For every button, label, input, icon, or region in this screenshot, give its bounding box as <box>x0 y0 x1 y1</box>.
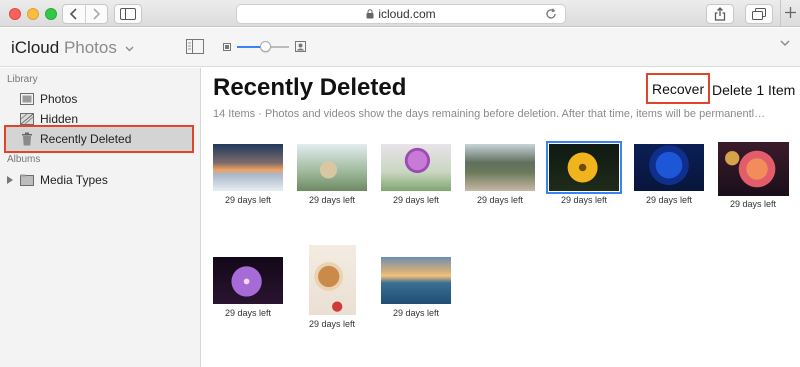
share-icon <box>714 7 726 21</box>
chevron-down-icon[interactable] <box>780 40 790 47</box>
sidebar-item-photos[interactable]: Photos <box>0 89 200 109</box>
days-left-label: 29 days left <box>392 308 440 318</box>
albums-section-title: Albums <box>7 154 41 165</box>
forward-button[interactable] <box>84 5 108 23</box>
back-button[interactable] <box>63 5 85 23</box>
sidebar-toggle-icon[interactable] <box>186 39 204 54</box>
zoom-window-button[interactable] <box>45 8 57 20</box>
slider-track[interactable] <box>237 40 289 52</box>
lock-icon <box>366 9 374 19</box>
days-left-label: 29 days left <box>308 319 356 329</box>
sidebar-item-label: Photos <box>40 92 78 106</box>
days-left-label: 29 days left <box>392 195 440 205</box>
new-tab-button[interactable] <box>785 5 796 22</box>
photo-thumbnail[interactable] <box>634 144 704 191</box>
photo-thumbnail[interactable] <box>381 144 451 191</box>
photo-thumbnail[interactable] <box>213 144 283 191</box>
url-text: icloud.com <box>378 7 436 21</box>
photos-icon <box>20 92 34 106</box>
sidebar-item-label: Recently Deleted <box>40 132 132 146</box>
photo-thumbnail[interactable] <box>309 245 356 315</box>
app-switcher[interactable]: iCloud Photos <box>11 38 134 58</box>
thumbnail-size-slider[interactable] <box>223 40 306 52</box>
brand-icloud: iCloud <box>11 38 60 57</box>
close-window-button[interactable] <box>9 8 21 20</box>
sidebar-item-label: Hidden <box>40 112 79 126</box>
library-section-title: Library <box>7 74 38 85</box>
days-left-label: 29 days left <box>645 195 693 205</box>
photo-thumbnail-selected[interactable] <box>546 141 622 194</box>
hidden-icon <box>20 112 34 126</box>
sidebar-item-label: Media Types <box>40 173 108 187</box>
days-left-label: 29 days left <box>224 308 272 318</box>
photo-thumbnail[interactable] <box>465 144 535 191</box>
sidebar: Library Photos Hidden Recently Deleted A… <box>0 68 201 367</box>
sidebar-icon <box>120 8 136 20</box>
photo-thumbnail[interactable] <box>718 142 789 196</box>
history-nav <box>62 4 108 24</box>
browser-toolbar: icloud.com <box>0 0 800 27</box>
chevron-down-icon <box>125 46 134 52</box>
browser-sidebar-button[interactable] <box>114 4 142 24</box>
share-button[interactable] <box>706 4 734 24</box>
brand-photos: Photos <box>63 38 117 57</box>
photo-grid: 29 days left 29 days left 29 days left 2… <box>202 68 800 367</box>
days-left-label: 29 days left <box>224 195 272 205</box>
address-bar[interactable]: icloud.com <box>236 4 566 24</box>
toolbar-divider <box>780 0 781 27</box>
days-left-label: 29 days left <box>560 195 608 205</box>
days-left-label: 29 days left <box>476 195 524 205</box>
main-content: Recently Deleted Recover Delete 1 Item 1… <box>202 68 800 367</box>
large-photo-icon <box>295 41 306 52</box>
chevron-right-icon <box>93 8 101 20</box>
photo-thumbnail[interactable] <box>213 257 283 304</box>
sidebar-item-recently-deleted[interactable]: Recently Deleted <box>4 125 194 153</box>
plus-icon <box>785 7 796 18</box>
days-left-label: 29 days left <box>308 195 356 205</box>
days-left-label: 29 days left <box>729 199 777 209</box>
disclosure-triangle-icon[interactable] <box>7 176 13 184</box>
show-tabs-button[interactable] <box>745 4 773 24</box>
slider-knob[interactable] <box>260 40 272 52</box>
folder-icon <box>20 173 34 187</box>
tabs-icon <box>752 8 766 20</box>
app-header: iCloud Photos <box>0 28 800 67</box>
reload-icon[interactable] <box>545 8 557 20</box>
chevron-left-icon <box>69 8 77 20</box>
sidebar-item-media-types[interactable]: Media Types <box>0 170 200 190</box>
trash-icon <box>20 132 34 146</box>
photo-thumbnail[interactable] <box>297 144 367 191</box>
minimize-window-button[interactable] <box>27 8 39 20</box>
photo-thumbnail[interactable] <box>381 257 451 304</box>
small-photo-icon <box>223 42 231 51</box>
